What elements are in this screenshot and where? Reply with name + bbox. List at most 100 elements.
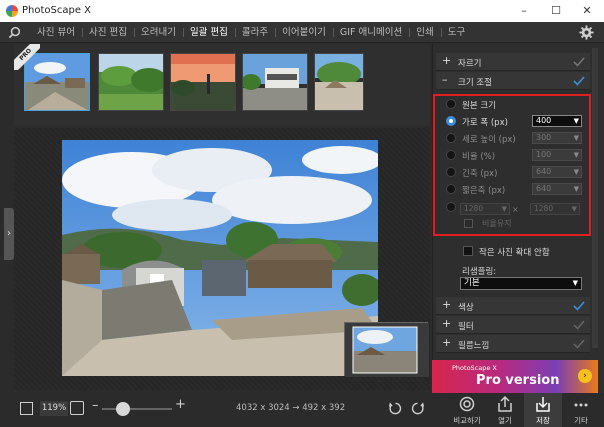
- short-side-value: 640: [536, 184, 552, 193]
- ratio-height-value: 1280: [534, 204, 554, 213]
- pro-version-banner[interactable]: PhotoScape X Pro version ›: [432, 360, 598, 393]
- radio-percent[interactable]: [446, 150, 456, 160]
- width-input[interactable]: 400 ▼: [532, 115, 582, 127]
- option-long-side[interactable]: 긴축 (px): [446, 166, 526, 179]
- check-icon[interactable]: [573, 300, 585, 312]
- close-button[interactable]: ✕: [580, 4, 594, 18]
- option-percent[interactable]: 비율 (%): [446, 149, 526, 162]
- dropdown-arrow-icon: ▼: [571, 205, 577, 213]
- dropdown-arrow-icon: ▼: [573, 168, 579, 176]
- save-label: 저장: [536, 416, 550, 425]
- check-icon[interactable]: [573, 319, 585, 331]
- expand-icon: +: [442, 298, 452, 311]
- more-icon: [574, 403, 588, 407]
- rotate-left-icon[interactable]: [388, 401, 403, 416]
- long-side-value: 640: [536, 167, 552, 176]
- window-title: PhotoScape X: [22, 5, 92, 16]
- more-label: 기타: [574, 416, 588, 425]
- section-filter-label: 필터: [458, 322, 474, 332]
- thumbnail-3[interactable]: [170, 53, 236, 111]
- dropdown-arrow-icon: ▼: [572, 279, 578, 287]
- open-label: 열기: [498, 416, 512, 425]
- menu-photo-editor[interactable]: 사진 편집: [81, 22, 134, 43]
- menu-collage[interactable]: 콜라주: [234, 22, 275, 43]
- menu-combine[interactable]: 이어붙이기: [275, 22, 333, 43]
- section-resize[interactable]: – 크기 조절: [436, 72, 590, 90]
- no-enlarge-checkbox[interactable]: [463, 246, 473, 256]
- thumbnail-5[interactable]: [314, 53, 364, 111]
- zoom-slider-knob[interactable]: [116, 402, 130, 416]
- navigator-preview[interactable]: [344, 322, 429, 377]
- menu-gif-animation[interactable]: GIF 애니메이션: [332, 22, 409, 43]
- compare-button[interactable]: 비교하기: [448, 393, 486, 427]
- check-icon[interactable]: [573, 56, 585, 68]
- actual-size-icon[interactable]: [20, 402, 33, 415]
- zoom-in-icon[interactable]: +: [175, 397, 186, 412]
- thumbnail-4[interactable]: [242, 53, 308, 111]
- resampling-label: 리샘플링:: [462, 267, 497, 277]
- ratio-height-input[interactable]: 1280 ▼: [530, 203, 580, 215]
- compare-icon: [459, 396, 475, 412]
- section-crop-label: 자르기: [458, 59, 482, 69]
- radio-height[interactable]: [446, 133, 456, 143]
- rotate-right-icon[interactable]: [410, 401, 425, 416]
- open-button[interactable]: 열기: [486, 393, 524, 427]
- fit-to-screen-icon[interactable]: [70, 401, 84, 415]
- maximize-button[interactable]: ☐: [549, 4, 563, 18]
- section-color-label: 색상: [458, 303, 474, 313]
- promo-title: Pro version: [476, 373, 560, 388]
- gear-icon[interactable]: [579, 25, 594, 40]
- zoom-slider[interactable]: [102, 402, 172, 416]
- section-film[interactable]: + 필름느낌: [436, 335, 590, 353]
- percent-value: 100: [536, 150, 552, 159]
- option-short-side[interactable]: 짧은축 (px): [446, 183, 526, 196]
- panel-scrollbar[interactable]: [592, 48, 598, 348]
- resampling-select[interactable]: 기본 ▼: [460, 277, 582, 290]
- menu-cut-out[interactable]: 오려내기: [133, 22, 183, 43]
- expand-left-panel-button[interactable]: ›: [4, 208, 14, 260]
- keep-ratio-checkbox[interactable]: [464, 219, 473, 228]
- minimize-button[interactable]: –: [517, 4, 531, 18]
- radio-original-size[interactable]: [446, 99, 456, 109]
- keep-ratio-label: 비율유지: [482, 219, 512, 228]
- width-value: 400: [536, 116, 552, 125]
- option-height[interactable]: 세로 높이 (px): [446, 132, 526, 145]
- search-icon[interactable]: [8, 26, 21, 39]
- height-input[interactable]: 300 ▼: [532, 132, 582, 144]
- section-color[interactable]: + 색상: [436, 297, 590, 315]
- radio-short-side[interactable]: [446, 184, 456, 194]
- menu-print[interactable]: 인쇄: [409, 22, 440, 43]
- save-button[interactable]: 저장: [524, 393, 562, 427]
- section-filter[interactable]: + 필터: [436, 316, 590, 334]
- option-original-size[interactable]: 원본 크기: [446, 98, 526, 111]
- expand-icon: +: [442, 336, 452, 349]
- ratio-width-value: 1280: [464, 204, 484, 213]
- menu-batch-editor[interactable]: 일괄 편집: [182, 22, 235, 43]
- percent-input[interactable]: 100 ▼: [532, 149, 582, 161]
- thumbnail-strip: [14, 44, 430, 126]
- image-dimensions: 4032 x 3024 → 492 x 392: [236, 403, 346, 413]
- menu-tools[interactable]: 도구: [440, 22, 472, 43]
- radio-long-side[interactable]: [446, 167, 456, 177]
- ratio-width-input[interactable]: 1280 ▼: [460, 203, 510, 215]
- section-film-label: 필름느낌: [458, 341, 490, 351]
- option-fixed-ratio[interactable]: [446, 201, 458, 214]
- check-icon[interactable]: [573, 75, 585, 87]
- compare-label: 비교하기: [453, 416, 481, 425]
- zoom-out-icon[interactable]: –: [92, 398, 99, 413]
- radio-fixed-ratio[interactable]: [446, 202, 456, 212]
- option-label: 세로 높이 (px): [462, 135, 516, 145]
- section-crop[interactable]: + 자르기: [436, 53, 590, 71]
- radio-width[interactable]: [446, 116, 456, 126]
- long-side-input[interactable]: 640 ▼: [532, 166, 582, 178]
- check-icon[interactable]: [573, 338, 585, 350]
- height-value: 300: [536, 133, 552, 142]
- action-bar: 비교하기 열기 저장 기타: [432, 393, 604, 427]
- more-button[interactable]: 기타: [562, 393, 600, 427]
- expand-icon: +: [442, 317, 452, 330]
- thumbnail-2[interactable]: [98, 53, 164, 111]
- option-width[interactable]: 가로 폭 (px): [446, 115, 526, 128]
- short-side-input[interactable]: 640 ▼: [532, 183, 582, 195]
- menu-photo-viewer[interactable]: 사진 뷰어: [30, 22, 82, 43]
- option-label: 비율 (%): [462, 152, 496, 162]
